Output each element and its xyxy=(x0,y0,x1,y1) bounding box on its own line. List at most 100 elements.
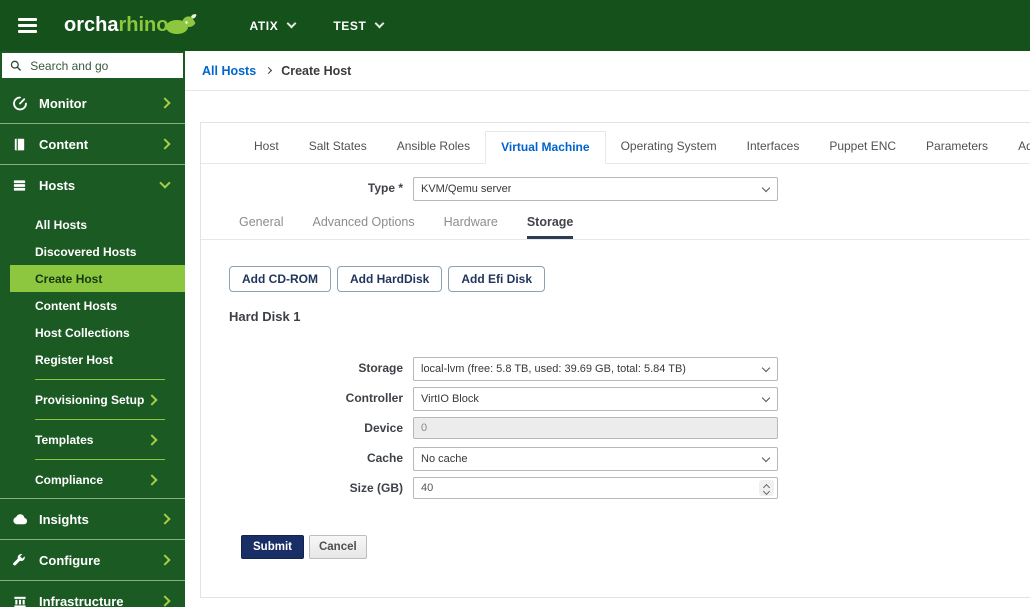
sidebar-item-register-host[interactable]: Register Host xyxy=(0,346,185,373)
breadcrumb-all-hosts-link[interactable]: All Hosts xyxy=(202,64,256,78)
breadcrumb: All Hosts Create Host xyxy=(185,51,1030,91)
sub-item-label: Create Host xyxy=(35,271,103,286)
chevron-down-icon xyxy=(761,183,771,193)
wrench-icon xyxy=(12,553,30,568)
tab-ansible-roles[interactable]: Ansible Roles xyxy=(382,131,485,163)
breadcrumb-current: Create Host xyxy=(281,63,352,78)
sidebar-item-infrastructure[interactable]: Infrastructure xyxy=(0,581,185,607)
cache-select-value: No cache xyxy=(421,453,468,465)
tab-interfaces[interactable]: Interfaces xyxy=(732,131,815,163)
storage-select-value: local-lvm (free: 5.8 TB, used: 39.69 GB,… xyxy=(421,363,686,375)
search-input[interactable] xyxy=(28,57,175,74)
chevron-right-icon xyxy=(159,595,171,607)
device-field-label: Device xyxy=(364,421,403,435)
sub-item-label: All Hosts xyxy=(35,217,88,232)
chevron-right-icon xyxy=(146,433,158,446)
subtab-storage[interactable]: Storage xyxy=(526,215,574,239)
sidebar-item-content-hosts[interactable]: Content Hosts xyxy=(0,292,185,319)
server-icon xyxy=(12,178,30,193)
organization-menu-label: ATIX xyxy=(249,18,279,33)
sidebar-item-label: Infrastructure xyxy=(39,593,124,607)
sidebar-navigation: Monitor Content xyxy=(0,51,185,607)
add-harddisk-button[interactable]: Add HardDisk xyxy=(336,266,443,292)
sidebar-item-configure[interactable]: Configure xyxy=(0,540,185,581)
add-cdrom-button[interactable]: Add CD-ROM xyxy=(229,266,331,292)
device-field xyxy=(413,417,778,439)
sidebar-item-create-host[interactable]: Create Host xyxy=(10,265,185,292)
tab-operating-system[interactable]: Operating System xyxy=(606,131,732,163)
hamburger-menu-icon[interactable] xyxy=(18,18,37,33)
number-stepper[interactable] xyxy=(759,480,774,496)
size-field[interactable] xyxy=(413,477,778,499)
controller-field-label: Controller xyxy=(345,391,403,405)
storage-field-label: Storage xyxy=(358,361,403,375)
orcharhino-logo[interactable]: orcha rhino xyxy=(64,13,197,37)
subtab-general[interactable]: General xyxy=(239,215,283,239)
chevron-down-icon xyxy=(286,18,297,29)
gauge-icon xyxy=(12,95,30,111)
submenu-divider xyxy=(35,419,165,420)
organization-menu[interactable]: ATIX xyxy=(249,18,297,33)
tab-virtual-machine[interactable]: Virtual Machine xyxy=(485,131,606,164)
sidebar-item-provisioning-setup[interactable]: Provisioning Setup xyxy=(0,386,185,413)
hard-disk-section-title: Hard Disk 1 xyxy=(229,309,301,324)
sidebar-item-all-hosts[interactable]: All Hosts xyxy=(0,211,185,238)
sidebar-item-label: Configure xyxy=(39,552,101,568)
chevron-right-icon xyxy=(265,66,273,75)
top-navigation-bar: orcha rhino ATIX TEST xyxy=(0,0,1030,51)
sub-item-label: Content Hosts xyxy=(35,298,117,313)
sidebar-item-compliance[interactable]: Compliance xyxy=(0,466,185,493)
controller-select[interactable]: VirtIO Block xyxy=(413,387,778,411)
chevron-right-icon xyxy=(159,554,171,566)
storage-select[interactable]: local-lvm (free: 5.8 TB, used: 39.69 GB,… xyxy=(413,357,778,381)
sidebar-search[interactable] xyxy=(2,53,183,78)
location-menu[interactable]: TEST xyxy=(333,18,385,33)
submenu-divider xyxy=(35,379,165,380)
type-select[interactable]: KVM/Qemu server xyxy=(413,177,778,201)
subtab-advanced-options[interactable]: Advanced Options xyxy=(312,215,414,239)
sidebar-item-hosts[interactable]: Hosts xyxy=(0,165,185,205)
sub-item-label: Host Collections xyxy=(35,325,130,340)
submenu-divider xyxy=(35,459,165,460)
chevron-right-icon xyxy=(146,473,158,486)
sidebar-item-templates[interactable]: Templates xyxy=(0,426,185,453)
hard-disk-form: Storage local-lvm (free: 5.8 TB, used: 3… xyxy=(201,357,1030,499)
submit-button[interactable]: Submit xyxy=(241,535,304,559)
sidebar-item-discovered-hosts[interactable]: Discovered Hosts xyxy=(0,238,185,265)
book-icon xyxy=(12,137,30,152)
tab-puppet-enc[interactable]: Puppet ENC xyxy=(814,131,911,163)
location-menu-label: TEST xyxy=(333,18,367,33)
sub-item-label: Provisioning Setup xyxy=(35,392,145,407)
logo-text-rhino: rhino xyxy=(118,14,169,36)
chevron-right-icon xyxy=(159,138,171,150)
infrastructure-icon xyxy=(12,594,30,607)
orcharhino-app: orcha rhino ATIX TEST Search and go Moni… xyxy=(0,0,1030,607)
tab-host[interactable]: Host xyxy=(239,131,294,163)
controller-select-value: VirtIO Block xyxy=(421,393,479,405)
cache-field-row: Cache No cache xyxy=(201,447,1030,471)
cache-select[interactable]: No cache xyxy=(413,447,778,471)
hosts-submenu: All Hosts Discovered Hosts Create Host C… xyxy=(0,205,185,499)
subtab-hardware[interactable]: Hardware xyxy=(444,215,498,239)
vm-subtabs: General Advanced Options Hardware Storag… xyxy=(201,215,1030,239)
cancel-button[interactable]: Cancel xyxy=(308,535,367,559)
sidebar-item-host-collections[interactable]: Host Collections xyxy=(0,319,185,346)
chevron-right-icon xyxy=(146,393,158,406)
storage-actions: Add CD-ROM Add HardDisk Add Efi Disk xyxy=(201,266,1030,292)
tab-salt-states[interactable]: Salt States xyxy=(294,131,382,163)
chevron-down-icon xyxy=(761,393,771,403)
tab-parameters[interactable]: Parameters xyxy=(911,131,1003,163)
chevron-down-icon xyxy=(761,363,771,373)
tab-additional-information[interactable]: Additional Information xyxy=(1003,131,1030,163)
chevron-down-icon xyxy=(374,18,385,29)
sub-item-label: Register Host xyxy=(35,352,114,367)
sidebar-item-content[interactable]: Content xyxy=(0,124,185,165)
chevron-right-icon xyxy=(159,513,171,525)
cache-field-label: Cache xyxy=(366,451,403,465)
sidebar-item-label: Insights xyxy=(39,511,89,527)
sub-item-label: Compliance xyxy=(35,472,104,487)
sidebar-item-insights[interactable]: Insights xyxy=(0,499,185,540)
sidebar-item-monitor[interactable]: Monitor xyxy=(0,83,185,124)
add-efi-disk-button[interactable]: Add Efi Disk xyxy=(448,266,546,292)
search-icon xyxy=(10,60,21,71)
